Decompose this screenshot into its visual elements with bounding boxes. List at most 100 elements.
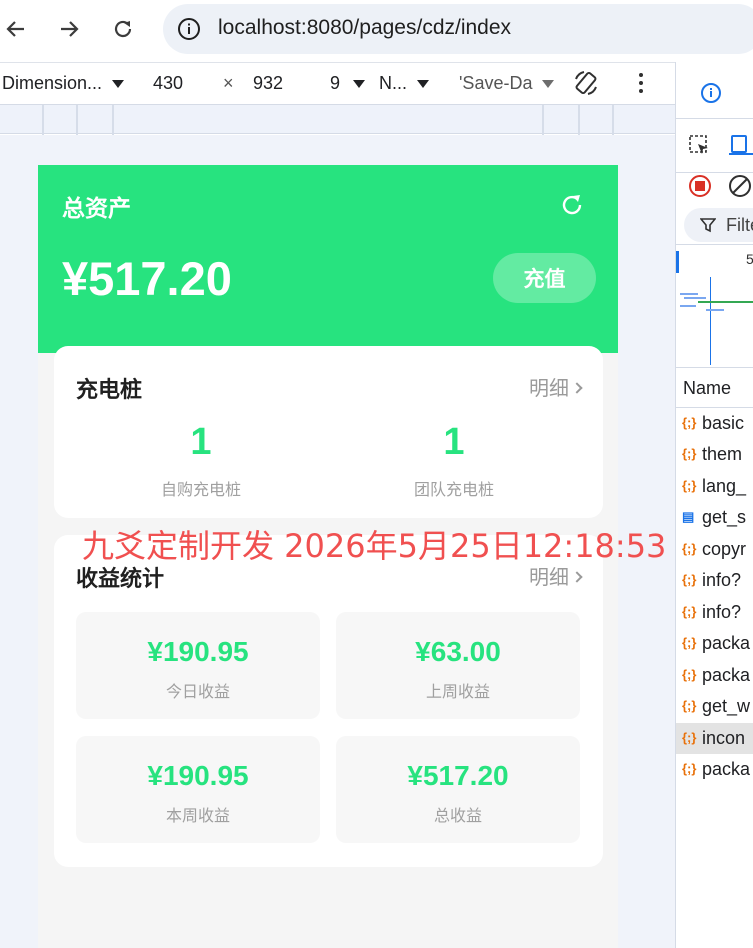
devtools-info-tab[interactable] bbox=[700, 82, 753, 109]
request-row[interactable]: {;} packa bbox=[676, 754, 753, 785]
self-purchased-count: 1 bbox=[190, 421, 212, 463]
refresh-icon[interactable] bbox=[558, 191, 586, 219]
request-name: basic bbox=[702, 413, 745, 433]
request-row-selected[interactable]: {;} incon bbox=[676, 723, 753, 754]
record-stop-icon bbox=[689, 175, 711, 197]
more-vertical-icon bbox=[639, 73, 643, 93]
income-tile-this-week: ¥190.95 本周收益 bbox=[76, 736, 320, 843]
request-row[interactable]: {;} copyr bbox=[676, 534, 753, 565]
income-value: ¥517.20 bbox=[407, 760, 509, 791]
more-options-button[interactable] bbox=[636, 71, 646, 100]
chevron-right-icon bbox=[571, 381, 583, 394]
income-stats-card: 收益统计 明细 ¥190.95 今日收益 ¥63.00 上周收益 ¥190.95… bbox=[54, 535, 603, 867]
request-row[interactable]: ▤ get_s bbox=[676, 502, 753, 533]
media-query-ruler[interactable] bbox=[0, 104, 675, 135]
fetch-icon: {;} bbox=[682, 415, 697, 430]
url-text[interactable]: localhost:8080/pages/cdz/index bbox=[218, 16, 511, 40]
fetch-icon: {;} bbox=[682, 698, 697, 713]
filter-label: Filte bbox=[726, 215, 753, 235]
recharge-button[interactable]: 充值 bbox=[493, 253, 596, 303]
arrow-left-icon bbox=[6, 21, 24, 37]
balance-amount: ¥517.20 bbox=[62, 252, 232, 305]
team-label: 团队充电桩 bbox=[413, 480, 494, 499]
request-row[interactable]: {;} info? bbox=[676, 565, 753, 596]
request-row[interactable]: {;} info? bbox=[676, 597, 753, 628]
timeline-tick-label: 5 bbox=[746, 251, 753, 267]
request-row[interactable]: {;} packa bbox=[676, 660, 753, 691]
income-label: 总收益 bbox=[433, 806, 482, 825]
request-name: info? bbox=[702, 602, 742, 622]
income-tile-today: ¥190.95 今日收益 bbox=[76, 612, 320, 719]
income-tile-total: ¥517.20 总收益 bbox=[336, 736, 580, 843]
filter-icon bbox=[700, 218, 716, 233]
income-label: 本周收益 bbox=[165, 806, 230, 825]
income-value: ¥63.00 bbox=[415, 636, 501, 667]
reload-button[interactable] bbox=[108, 14, 138, 44]
request-name: packa bbox=[702, 633, 751, 653]
request-name: get_w bbox=[702, 696, 751, 716]
chevron-down-icon bbox=[417, 80, 430, 89]
request-row[interactable]: {;} basic bbox=[676, 408, 753, 439]
height-input[interactable]: 932 bbox=[253, 73, 283, 94]
request-name: lang_ bbox=[702, 476, 747, 496]
fetch-icon: {;} bbox=[682, 730, 697, 745]
fetch-icon: {;} bbox=[682, 635, 697, 650]
piles-detail-label: 明细 bbox=[529, 376, 569, 400]
request-row[interactable]: {;} lang_ bbox=[676, 471, 753, 502]
site-info-icon[interactable] bbox=[177, 17, 201, 41]
income-label: 上周收益 bbox=[425, 682, 490, 701]
fetch-icon: {;} bbox=[682, 761, 697, 776]
zoom-caret[interactable] bbox=[343, 73, 365, 94]
save-data-label: 'Save-Da bbox=[459, 73, 533, 93]
income-value: ¥190.95 bbox=[147, 760, 249, 791]
request-name: packa bbox=[702, 759, 751, 779]
request-row[interactable]: {;} packa bbox=[676, 628, 753, 659]
team-piles: 1 团队充电桩 bbox=[354, 420, 554, 500]
select-element-icon bbox=[689, 135, 708, 154]
clear-block-icon bbox=[729, 175, 751, 197]
forward-button[interactable] bbox=[54, 14, 84, 44]
devtools-panel: Filte 5 Name {;} basic {;} them {;} lang_ ▤… bbox=[675, 62, 753, 948]
dimensions-select[interactable]: Dimension... bbox=[2, 73, 125, 94]
self-purchased-label: 自购充电桩 bbox=[160, 480, 241, 499]
request-row[interactable]: {;} them bbox=[676, 439, 753, 470]
width-input[interactable]: 430 bbox=[153, 73, 183, 94]
network-timeline[interactable]: 5 bbox=[676, 244, 753, 368]
income-detail-label: 明细 bbox=[529, 565, 569, 589]
total-assets-title: 总资产 bbox=[62, 196, 131, 222]
network-filter-input[interactable]: Filte bbox=[684, 208, 753, 242]
throttle-select[interactable]: N... bbox=[379, 73, 430, 94]
income-value: ¥190.95 bbox=[147, 636, 249, 667]
device-mode-button[interactable] bbox=[728, 134, 753, 163]
throttle-label: N... bbox=[379, 73, 408, 93]
save-data-select[interactable]: 'Save-Da bbox=[459, 73, 555, 94]
fetch-icon: {;} bbox=[682, 478, 697, 493]
device-toggle-icon bbox=[729, 135, 753, 155]
piles-detail-link[interactable]: 明细 bbox=[529, 372, 583, 401]
address-bar[interactable]: localhost:8080/pages/cdz/index bbox=[163, 4, 753, 54]
charging-piles-card: 充电桩 明细 1 自购充电桩 1 团队充电桩 bbox=[54, 346, 603, 518]
request-name: them bbox=[702, 444, 743, 464]
document-icon: ▤ bbox=[682, 509, 695, 524]
chevron-down-icon bbox=[112, 80, 125, 89]
dimensions-label: Dimension... bbox=[2, 73, 103, 93]
times-sign: × bbox=[223, 73, 234, 93]
arrow-right-icon bbox=[61, 21, 79, 37]
back-button[interactable] bbox=[1, 14, 31, 44]
name-column-header[interactable]: Name bbox=[676, 368, 753, 408]
request-row[interactable]: {;} get_w bbox=[676, 691, 753, 722]
request-name: copyr bbox=[702, 539, 747, 559]
rotate-icon bbox=[575, 71, 597, 95]
chevron-down-icon bbox=[542, 80, 555, 89]
rotate-button[interactable] bbox=[572, 69, 600, 102]
fetch-icon: {;} bbox=[682, 541, 697, 556]
assets-header: 总资产 ¥517.20 充值 bbox=[38, 165, 618, 353]
device-toolbar: Dimension... 430 × 932 9 N... 'Save-Da bbox=[0, 62, 675, 104]
request-name: packa bbox=[702, 665, 751, 685]
team-count: 1 bbox=[443, 421, 465, 463]
request-name: get_s bbox=[702, 507, 747, 527]
reload-icon bbox=[114, 20, 132, 38]
clear-button[interactable] bbox=[728, 174, 753, 203]
watermark-text: 九爻定制开发 2026年5月25日12:18:53 bbox=[82, 527, 667, 565]
chevron-right-icon bbox=[571, 570, 583, 583]
